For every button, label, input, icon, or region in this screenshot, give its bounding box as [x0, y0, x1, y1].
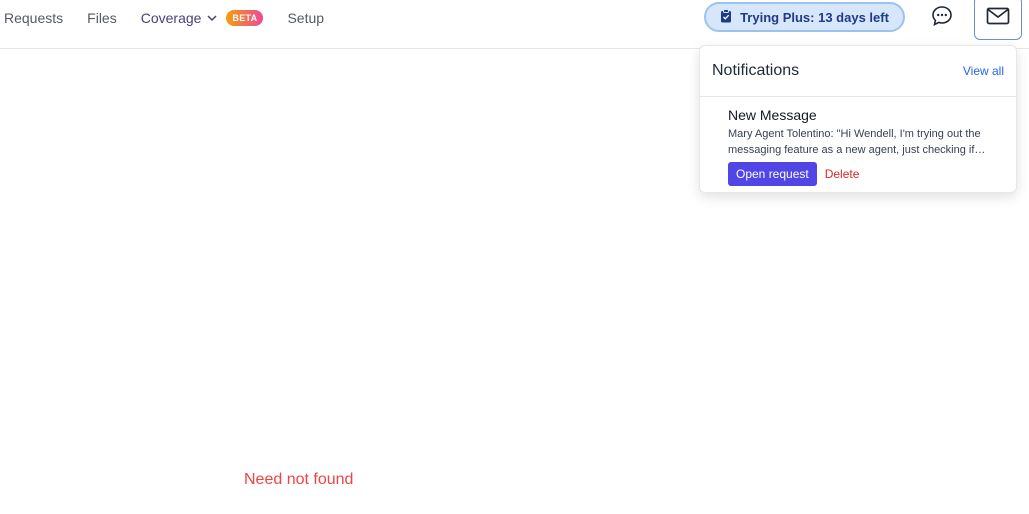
view-all-link[interactable]: View all: [963, 64, 1004, 78]
notifications-panel: Notifications View all New Message Mary …: [699, 45, 1017, 193]
notification-item: New Message Mary Agent Tolentino: "Hi We…: [700, 97, 1016, 186]
clipboard-check-icon: [720, 8, 732, 26]
error-message: Need not found: [244, 471, 354, 488]
nav-files[interactable]: Files: [87, 10, 117, 26]
chat-button[interactable]: [928, 4, 956, 32]
notifications-header: Notifications View all: [700, 46, 1016, 97]
notification-body: Mary Agent Tolentino: "Hi Wendell, I'm t…: [728, 128, 981, 156]
nav-coverage[interactable]: Coverage BETA: [141, 10, 264, 26]
open-request-button[interactable]: Open request: [728, 162, 817, 186]
beta-badge: BETA: [226, 10, 264, 26]
nav-setup[interactable]: Setup: [287, 10, 324, 26]
notifications-title: Notifications: [712, 62, 800, 79]
top-nav-bar: Requests Files Coverage BETA Setup Tryin…: [0, 0, 1029, 49]
chat-bubble-icon: [931, 5, 953, 32]
notifications-button[interactable]: [974, 0, 1022, 40]
trial-label: Trying Plus: 13 days left: [740, 9, 889, 25]
notification-actions: Open request Delete: [728, 162, 1004, 186]
delete-notification-link[interactable]: Delete: [825, 167, 860, 181]
nav-coverage-label: Coverage: [140, 10, 202, 26]
nav-requests[interactable]: Requests: [4, 10, 63, 26]
chevron-down-icon: [206, 12, 218, 24]
envelope-icon: [986, 7, 1010, 30]
trial-status-button[interactable]: Trying Plus: 13 days left: [704, 2, 905, 32]
main-nav: Requests Files Coverage BETA Setup: [4, 0, 348, 36]
notification-title: New Message: [728, 107, 817, 123]
